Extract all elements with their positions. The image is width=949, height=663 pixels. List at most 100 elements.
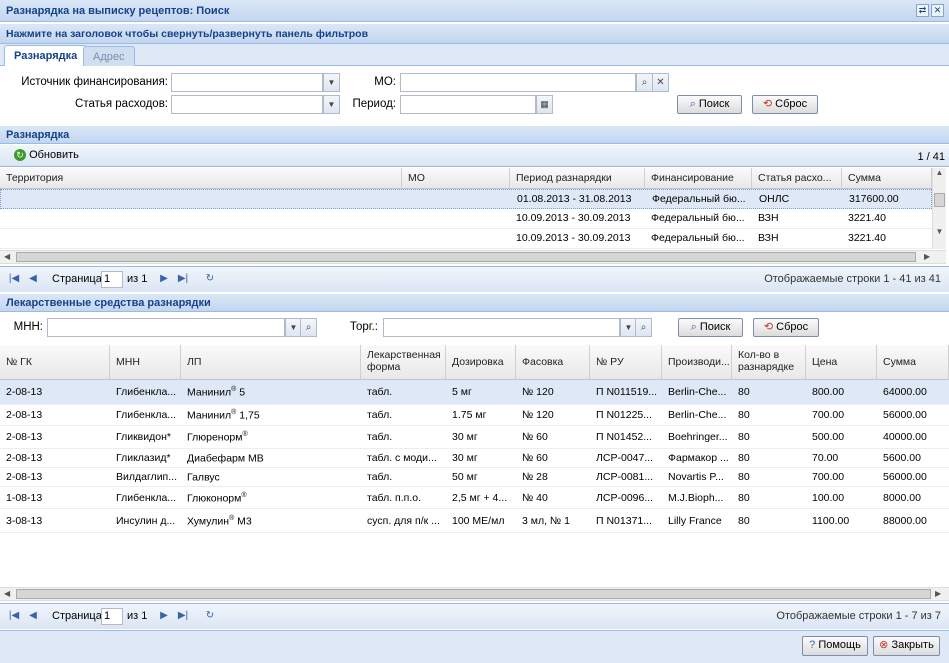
col-qty[interactable]: Кол-во в разнарядке [732, 345, 806, 379]
first-page-icon[interactable]: |◀ [8, 610, 20, 622]
cell-dose: 100 МЕ/мл [452, 514, 505, 527]
reset-icon: ⟲ [762, 98, 773, 110]
col-gk[interactable]: № ГК [0, 345, 110, 379]
cell-maker: Lilly France [668, 514, 722, 527]
table-row[interactable]: 2-08-13 Вилдаглип... Галвус табл. 50 мг № 28 Л… [0, 468, 949, 487]
drug-name-suffix: 1,75 [236, 409, 260, 422]
drugs-grid-header: № ГК МНН ЛП Лекарственная форма Дозировк… [0, 345, 949, 380]
col-mnn[interactable]: МНН [110, 345, 181, 379]
next-page-icon[interactable]: ▶ [158, 273, 170, 285]
window-title: Разнарядка на выписку рецептов: Поиск [6, 5, 230, 17]
filter-reset-label: Сброс [775, 98, 808, 110]
table-row[interactable]: 10.09.2013 - 30.09.2013 Федеральный бю..… [0, 209, 932, 229]
mo-search-icon[interactable]: ⌕ [636, 73, 653, 92]
cell-period: 01.08.2013 - 31.08.2013 [517, 193, 632, 205]
scroll-right-icon[interactable]: ▶ [924, 252, 930, 261]
cell-gk: 2-08-13 [6, 431, 43, 443]
drugs-search-button[interactable]: ⌕ Поиск [678, 318, 743, 337]
col-lp[interactable]: ЛП [181, 345, 361, 379]
col-ru[interactable]: № РУ [590, 345, 662, 379]
col-pack[interactable]: Фасовка [516, 345, 590, 379]
cell-qty: 80 [738, 409, 750, 421]
cell-pack: № 120 [522, 409, 554, 421]
reload-icon[interactable]: ↻ [204, 273, 216, 285]
last-page-icon[interactable]: ▶| [177, 273, 189, 285]
allocation-vscroll[interactable]: ▲ ▼ [932, 168, 946, 249]
prev-page-icon[interactable]: ◀ [27, 610, 39, 622]
table-row[interactable]: 10.09.2013 - 30.09.2013 Федеральный бю..… [0, 229, 932, 249]
col-article[interactable]: Статья расхо... [752, 168, 842, 188]
help-button[interactable]: ? Помощь [802, 636, 868, 656]
cell-pack: № 40 [522, 491, 548, 504]
scroll-right-icon[interactable]: ▶ [935, 589, 941, 598]
hscroll-thumb[interactable] [16, 589, 931, 599]
cell-lp: Диабефарм МВ [181, 449, 361, 467]
table-row[interactable]: 2-08-13 Гликлазид* Диабефарм МВ табл. с мод… [0, 449, 949, 468]
table-row[interactable]: 2-08-13 Глибенкла... Манинил® 5 табл. 5 мг № … [0, 380, 949, 405]
drugs-reset-button[interactable]: ⟲ Сброс [753, 318, 819, 337]
allocation-status: Отображаемые строки 1 - 41 из 41 [764, 273, 941, 285]
col-price[interactable]: Цена [806, 345, 877, 379]
col-mo[interactable]: МО [402, 168, 510, 188]
cell-territory [0, 229, 402, 248]
scroll-down-icon[interactable]: ▼ [933, 227, 946, 236]
page-input[interactable]: 1 [101, 608, 123, 625]
last-page-icon[interactable]: ▶| [177, 610, 189, 622]
expense-dropdown-icon[interactable]: ▼ [323, 95, 340, 114]
table-row[interactable]: 1-08-13 Глибенкла... Глюконорм® табл. п.п.о… [0, 487, 949, 509]
refresh-label: Обновить [29, 149, 79, 161]
col-period[interactable]: Период разнарядки [510, 168, 645, 188]
torg-search-icon[interactable]: ⌕ [635, 318, 652, 337]
page-input[interactable]: 1 [101, 271, 123, 288]
col-sum[interactable]: Сумма [842, 168, 932, 188]
close-button[interactable]: ⊗ Закрыть [873, 636, 940, 656]
page-label: Страница [52, 610, 102, 622]
help-icon: ? [809, 639, 816, 651]
table-row[interactable]: 01.08.2013 - 31.08.2013 Федеральный бю..… [0, 189, 932, 209]
cell-price: 800.00 [812, 386, 845, 398]
scroll-up-icon[interactable]: ▲ [933, 168, 946, 177]
first-page-icon[interactable]: |◀ [8, 273, 20, 285]
table-row[interactable]: 2-08-13 Гликвидон* Глюренорм® табл. 30 мг № 6… [0, 426, 949, 449]
filter-reset-button[interactable]: ⟲ Сброс [752, 95, 818, 114]
next-page-icon[interactable]: ▶ [158, 610, 170, 622]
calendar-icon[interactable]: ▦ [536, 95, 553, 114]
cell-qty: 80 [738, 386, 750, 398]
cell-dose: 1.75 мг [452, 409, 487, 421]
tab-address[interactable]: Адрес [83, 46, 135, 66]
expense-select[interactable] [171, 95, 323, 114]
mo-input[interactable] [400, 73, 636, 92]
restore-icon[interactable]: ⇄ [916, 4, 929, 17]
table-row[interactable]: 3-08-13 Инсулин д... Хумулин® М3 сусп. для … [0, 509, 949, 533]
prev-page-icon[interactable]: ◀ [27, 273, 39, 285]
reload-icon[interactable]: ↻ [204, 610, 216, 622]
drugs-hscroll[interactable]: ◀ ▶ [0, 587, 949, 601]
allocation-hscroll[interactable]: ◀ ▶ [0, 250, 946, 264]
mnn-select[interactable] [47, 318, 285, 337]
filter-panel-header[interactable]: Нажмите на заголовок чтобы свернуть/разв… [0, 24, 949, 44]
col-maker[interactable]: Производи... [662, 345, 732, 379]
hscroll-thumb[interactable] [16, 252, 916, 262]
funding-dropdown-icon[interactable]: ▼ [323, 73, 340, 92]
tab-allocation[interactable]: Разнарядка [4, 45, 88, 66]
col-territory[interactable]: Территория [0, 168, 402, 188]
scroll-thumb[interactable] [934, 193, 945, 207]
col-dose[interactable]: Дозировка [446, 345, 516, 379]
period-input[interactable] [400, 95, 536, 114]
cell-gk: 2-08-13 [6, 452, 43, 464]
help-label: Помощь [818, 639, 861, 651]
close-icon[interactable]: ✕ [931, 4, 944, 17]
torg-select[interactable] [383, 318, 620, 337]
mnn-search-icon[interactable]: ⌕ [300, 318, 317, 337]
refresh-button[interactable]: ↻ Обновить [14, 149, 86, 164]
col-funding[interactable]: Финансирование [645, 168, 752, 188]
col-drug-sum[interactable]: Сумма [877, 345, 949, 379]
table-row[interactable]: 2-08-13 Глибенкла... Манинил® 1,75 табл. 1.7… [0, 405, 949, 426]
scroll-left-icon[interactable]: ◀ [4, 252, 10, 261]
cell-gk: 2-08-13 [6, 409, 43, 421]
mo-clear-icon[interactable]: ✕ [652, 73, 669, 92]
col-form[interactable]: Лекарственная форма [361, 345, 446, 379]
funding-select[interactable] [171, 73, 323, 92]
scroll-left-icon[interactable]: ◀ [4, 589, 10, 598]
filter-search-button[interactable]: ⌕ Поиск [677, 95, 742, 114]
